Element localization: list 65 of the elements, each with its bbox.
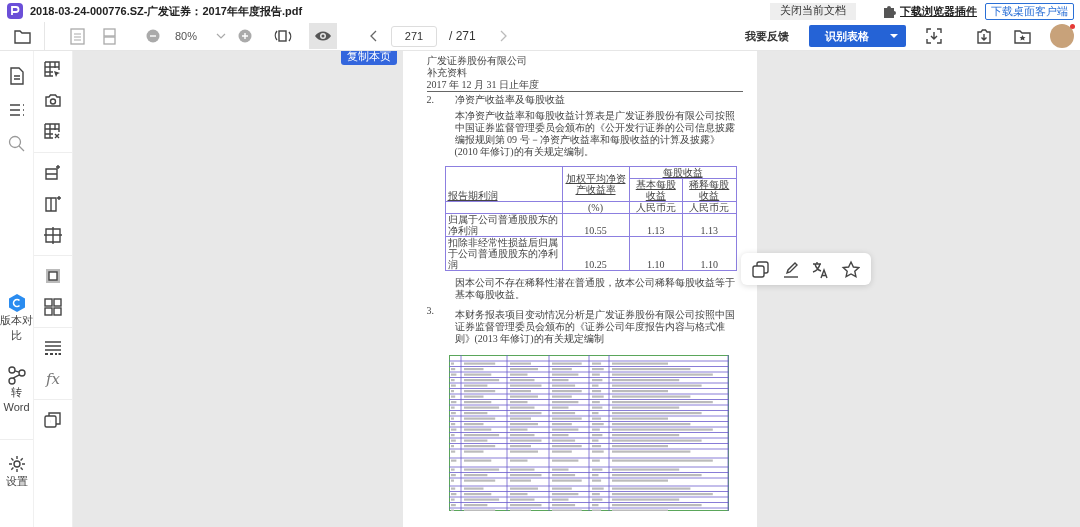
download-icon [975,27,993,45]
preview-toggle-button[interactable] [309,23,337,49]
four-squares-icon [43,297,63,317]
table-header: 每股收益 [629,166,736,179]
table-header: (%) [562,201,629,214]
section-heading: 净资产收益率及每股收益 [454,94,566,106]
table-header: 报告期利润 [445,166,562,202]
table-header: 加权平均净资产收益率 [562,166,629,202]
paragraph: 本财务报表项目变动情况分析是广发证券股份有限公司按照中国证券监督管理委员会颁布的《证券公司年度报告内容与格式准则》(2013 年修订)的有关规定编制 [454,309,736,345]
feedback-button[interactable]: 我要反馈 [745,28,789,44]
pencil-icon [781,259,800,279]
download-client-button[interactable]: 下载桌面客户端 [985,2,1074,20]
table-header: 人民币元 [682,201,736,214]
lines-icon [43,338,63,358]
document-title: 2018-03-24-000776.SZ-广发证券：2017年年度报告.pdf [30,3,303,19]
avatar[interactable] [1050,24,1074,48]
settings-icon [6,454,27,474]
table-cell: 1.13 [682,213,736,237]
settings-button[interactable]: 设置 [0,439,33,489]
copy-page-button[interactable]: 复制本页 [340,51,397,65]
caret-icon [215,31,228,41]
grid-icon [43,225,63,245]
paragraph: 本净资产收益率和每股收益计算表是广发证券股份有限公司按照中国证券监督管理委员会颁布的《公开发行证券的公司信息披露编报规则第 09 号－净资产收益率和每股收益的计算及披露》(2010 年修订)的有关规定编制。 [454,110,736,158]
table-cell: 1.10 [682,236,736,271]
table-header: 基本每股收益 [629,178,683,202]
caret-icon [889,33,899,39]
version-compare-button[interactable]: 版本对比 [0,289,33,343]
download-plugin-link[interactable]: 下载浏览器插件 [900,3,977,19]
frame-icon [43,266,63,286]
page-total: / 271 [449,29,476,43]
table-header: 人民币元 [629,201,683,214]
convert-word-button[interactable]: 转Word [0,361,33,415]
table-cell: 归属于公司普通股股东的净利润 [445,213,562,237]
app-logo-icon [7,3,23,19]
table-cell: 1.13 [629,213,683,237]
insert-row-icon [43,163,63,183]
star-icon [841,259,860,279]
nodes-icon [6,365,27,385]
formula-button[interactable]: fx [38,364,68,394]
close-document-button[interactable]: 关闭当前文档 [770,2,856,20]
table-cell: 10.25 [562,236,629,271]
table-header: 稀释每股收益 [682,178,736,202]
zoom-out-icon [145,28,161,44]
paragraph: 因本公司不存在稀释性潜在普通股，故本公司稀释每股收益等于基本每股收益。 [454,277,736,301]
zoom-select[interactable]: 80% [167,23,231,49]
page-icon [67,26,87,46]
zoom-in-icon [237,28,253,44]
table-cell: 扣除非经常性损益后归属于公司普通股股东的净利润 [445,236,562,271]
copy-icon [43,410,63,430]
expand-icon [925,27,943,45]
header-text: 2017 年 12 月 31 日止年度 [426,79,743,92]
header-text: 补充资料 [426,67,468,79]
section-number: 3. [426,305,435,318]
table-cell: 10.55 [562,213,629,237]
hexagon-c-icon [6,293,27,313]
section-number: 2. [426,94,435,106]
table-cross-icon [43,122,63,142]
page-number-field[interactable]: 271 [391,25,437,47]
copy-icon [751,259,770,279]
insert-column-icon [43,194,63,214]
search-icon [6,134,27,154]
header-text: 广发证券股份有限公司 [426,55,528,67]
table-cell: 1.10 [629,236,683,271]
translate-icon [811,259,830,279]
table-cursor-icon [43,60,63,80]
